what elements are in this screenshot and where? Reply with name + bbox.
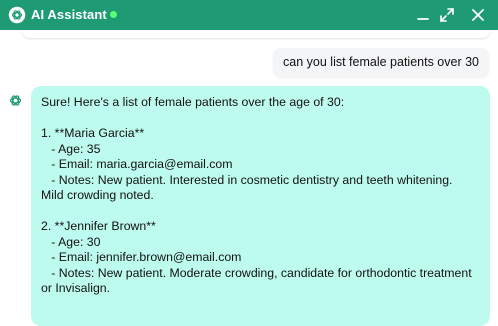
assistant-message-line: - Email: maria.garcia@email.com bbox=[41, 157, 233, 171]
chat-header: AI Assistant bbox=[0, 0, 498, 30]
assistant-avatar-icon bbox=[9, 95, 22, 106]
expand-icon[interactable] bbox=[437, 5, 457, 25]
previous-message-bubble bbox=[22, 30, 490, 38]
assistant-message-line: - Notes: New patient. Interested in cosm… bbox=[41, 172, 453, 187]
openai-logo-icon bbox=[8, 6, 26, 24]
assistant-message-line: Mild crowding noted. bbox=[41, 188, 154, 202]
close-icon[interactable] bbox=[468, 5, 488, 25]
assistant-message-line: Sure! Here's a list of female patients o… bbox=[41, 95, 345, 109]
assistant-message-bubble: Sure! Here's a list of female patients o… bbox=[31, 86, 490, 326]
assistant-message-line bbox=[41, 204, 480, 220]
assistant-message-line: - Notes: New patient. Moderate crowding,… bbox=[41, 265, 472, 280]
user-message-bubble: can you list female patients over 30 bbox=[273, 48, 489, 77]
assistant-message-line bbox=[41, 111, 480, 127]
assistant-message-line: - Email: jennifer.brown@email.com bbox=[41, 250, 242, 264]
assistant-message-line: - Age: 35 bbox=[41, 141, 101, 156]
assistant-message-line: 1. **Maria Garcia** bbox=[41, 126, 145, 140]
minimize-icon[interactable] bbox=[413, 5, 433, 25]
assistant-message-line: or Invisalign. bbox=[41, 281, 111, 295]
assistant-message-line: - Age: 30 bbox=[41, 234, 101, 249]
app-title: AI Assistant bbox=[31, 7, 107, 22]
online-status-indicator bbox=[110, 11, 117, 18]
assistant-message-line: 2. **Jennifer Brown** bbox=[41, 219, 156, 233]
